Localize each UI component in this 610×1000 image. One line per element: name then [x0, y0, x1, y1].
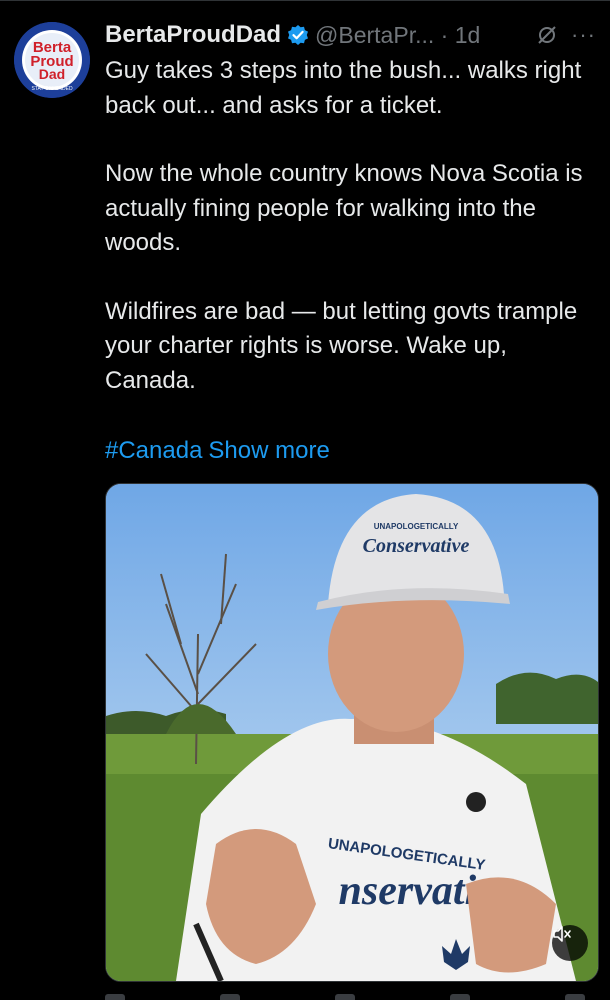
post-text: Guy takes 3 steps into the bush... walks…: [105, 54, 585, 432]
display-name[interactable]: BertaProudDad: [105, 21, 281, 49]
video-frame: UNAPOLOGETICALLY Conservative UNAPOLOGET…: [106, 484, 598, 981]
handle-and-time[interactable]: @BertaPr... · 1d: [315, 22, 480, 49]
post-header: BertaProudDad @BertaPr... · 1d: [105, 18, 598, 52]
repost-icon[interactable]: [220, 994, 240, 1000]
reply-icon[interactable]: [105, 994, 125, 1000]
show-more-link[interactable]: Show more: [208, 437, 329, 464]
grok-icon[interactable]: [536, 24, 558, 46]
hashtag-link[interactable]: #Canada: [105, 437, 202, 464]
speaker-muted-icon: [553, 926, 571, 942]
verified-badge-icon: [287, 24, 309, 46]
cap-small-text: UNAPOLOGETICALLY: [374, 522, 459, 531]
avatar-text-dad: Dad: [39, 66, 65, 82]
mute-button[interactable]: [552, 925, 588, 961]
like-icon[interactable]: [335, 994, 355, 1000]
avatar[interactable]: Berta Proud Dad STAY OFFENDED: [14, 22, 90, 98]
avatar-text-tagline: STAY OFFENDED: [31, 86, 73, 92]
share-icon[interactable]: [565, 994, 585, 1000]
video-player[interactable]: UNAPOLOGETICALLY Conservative UNAPOLOGET…: [105, 483, 599, 982]
more-icon[interactable]: ···: [571, 24, 596, 46]
post-paragraph-1: Guy takes 3 steps into the bush... walks…: [105, 57, 582, 119]
post-paragraph-3: Wildfires are bad — but letting govts tr…: [105, 297, 578, 394]
cap-script-text: Conservative: [363, 535, 470, 557]
post-paragraph-2: Now the whole country knows Nova Scotia …: [105, 160, 583, 256]
hashtag-row: #Canada Show more: [105, 434, 336, 468]
action-bar-partial: [105, 994, 585, 1000]
top-divider: [0, 0, 610, 1]
views-icon[interactable]: [450, 994, 470, 1000]
